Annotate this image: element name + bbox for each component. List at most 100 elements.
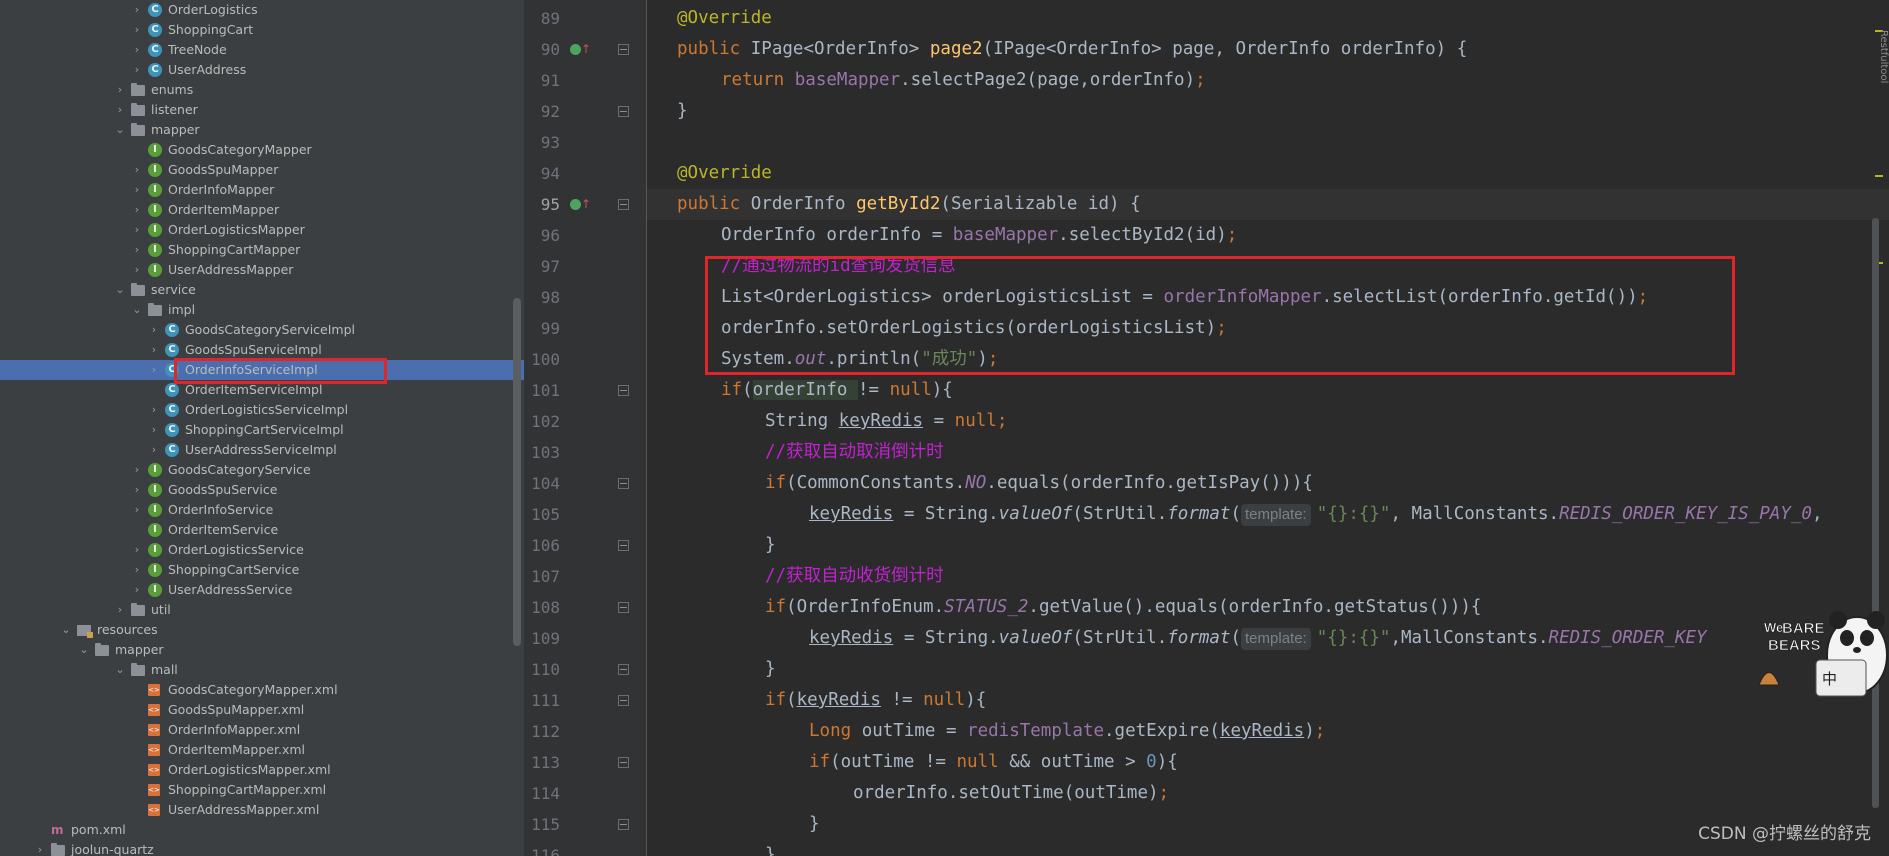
code-line[interactable]: keyRedis = String.valueOf(StrUtil.format… [809, 499, 1822, 530]
override-icon[interactable]: ↑ [570, 189, 594, 220]
code-line[interactable]: if(keyRedis != null){ [765, 685, 986, 716]
chevron-down-icon[interactable]: ⌄ [113, 120, 127, 140]
chevron-right-icon[interactable]: › [130, 460, 144, 480]
tree-item[interactable]: › enums [0, 80, 524, 100]
fold-icon[interactable] [618, 602, 629, 613]
chevron-down-icon[interactable]: ⌄ [130, 300, 144, 320]
code-line[interactable]: if(OrderInfoEnum.STATUS_2.getValue().equ… [765, 592, 1481, 623]
fold-icon[interactable] [618, 819, 629, 830]
tree-item[interactable]: › I OrderInfoService [0, 500, 524, 520]
tree-item[interactable]: › C UserAddressServiceImpl [0, 440, 524, 460]
tree-item[interactable]: <> OrderLogisticsMapper.xml [0, 760, 524, 780]
tree-item[interactable]: › listener [0, 100, 524, 120]
fold-icon[interactable] [618, 695, 629, 706]
fold-icon[interactable] [618, 199, 629, 210]
chevron-right-icon[interactable]: › [147, 320, 161, 340]
tree-item[interactable]: ⌄ resources [0, 620, 524, 640]
fold-icon[interactable] [618, 385, 629, 396]
tree-item[interactable]: <> OrderInfoMapper.xml [0, 720, 524, 740]
code-line[interactable]: keyRedis = String.valueOf(StrUtil.format… [809, 623, 1707, 654]
tree-item[interactable]: › I UserAddressService [0, 580, 524, 600]
code-line[interactable]: } [765, 840, 776, 856]
chevron-right-icon[interactable]: › [130, 0, 144, 20]
chevron-right-icon[interactable]: › [130, 260, 144, 280]
tree-item[interactable]: ⌄ mapper [0, 640, 524, 660]
tree-item[interactable]: › C ShoppingCartServiceImpl [0, 420, 524, 440]
chevron-right-icon[interactable]: › [130, 580, 144, 600]
chevron-right-icon[interactable]: › [113, 80, 127, 100]
code-line[interactable]: } [765, 530, 776, 561]
tree-item[interactable]: › C ShoppingCart [0, 20, 524, 40]
tree-item[interactable]: › I GoodsSpuService [0, 480, 524, 500]
tree-item[interactable]: › C OrderLogisticsServiceImpl [0, 400, 524, 420]
tree-item[interactable]: › I OrderLogisticsMapper [0, 220, 524, 240]
fold-icon[interactable] [618, 478, 629, 489]
tree-item[interactable]: <> UserAddressMapper.xml [0, 800, 524, 820]
tree-item[interactable]: › I OrderInfoMapper [0, 180, 524, 200]
chevron-down-icon[interactable]: ⌄ [59, 620, 73, 640]
chevron-right-icon[interactable]: › [147, 340, 161, 360]
tree-item[interactable]: › C OrderLogistics [0, 0, 524, 20]
tree-item[interactable]: › I ShoppingCartMapper [0, 240, 524, 260]
chevron-right-icon[interactable]: › [130, 60, 144, 80]
chevron-right-icon[interactable]: › [130, 500, 144, 520]
code-line[interactable]: //获取自动收货倒计时 [765, 561, 944, 592]
chevron-right-icon[interactable]: › [130, 180, 144, 200]
stripe-mark[interactable] [1875, 175, 1883, 177]
tree-item[interactable]: › C TreeNode [0, 40, 524, 60]
chevron-right-icon[interactable]: › [130, 200, 144, 220]
chevron-down-icon[interactable]: ⌄ [77, 640, 91, 660]
chevron-right-icon[interactable]: › [147, 420, 161, 440]
tree-item[interactable]: › I GoodsCategoryService [0, 460, 524, 480]
tree-item[interactable]: <> ShoppingCartMapper.xml [0, 780, 524, 800]
tree-item[interactable]: <> OrderItemMapper.xml [0, 740, 524, 760]
tree-item[interactable]: m pom.xml [0, 820, 524, 840]
code-line[interactable]: orderInfo.setOutTime(outTime); [853, 778, 1169, 809]
code-line[interactable]: if(outTime != null && outTime > 0){ [809, 747, 1178, 778]
restfultool-side-tab[interactable]: Restfultool [1876, 30, 1889, 110]
tree-item[interactable]: I OrderItemService [0, 520, 524, 540]
chevron-down-icon[interactable]: ⌄ [113, 660, 127, 680]
tree-item[interactable]: › C GoodsSpuServiceImpl [0, 340, 524, 360]
chevron-right-icon[interactable]: › [147, 440, 161, 460]
chevron-right-icon[interactable]: › [130, 40, 144, 60]
code-line[interactable]: @Override [677, 158, 772, 189]
fold-icon[interactable] [618, 44, 629, 55]
code-editor[interactable]: 89 90 ↑ 91 92 93 94 95 ↑ 96 97 98 99 100 101 102 103 104 1… [524, 0, 1889, 856]
chevron-right-icon[interactable]: › [130, 240, 144, 260]
chevron-right-icon[interactable]: › [113, 100, 127, 120]
code-line[interactable]: //获取自动取消倒计时 [765, 437, 944, 468]
fold-icon[interactable] [618, 757, 629, 768]
fold-icon[interactable] [618, 540, 629, 551]
tree-item[interactable]: ⌄ mapper [0, 120, 524, 140]
tree-item[interactable]: › util [0, 600, 524, 620]
code-line[interactable]: public IPage<OrderInfo> page2(IPage<Orde… [677, 34, 1467, 65]
code-line[interactable]: } [809, 809, 820, 840]
chevron-right-icon[interactable]: › [130, 160, 144, 180]
code-line[interactable]: if(CommonConstants.NO.equals(orderInfo.g… [765, 468, 1313, 499]
override-icon[interactable]: ↑ [570, 34, 594, 65]
chevron-right-icon[interactable]: › [147, 400, 161, 420]
tree-item[interactable]: ⌄ mall [0, 660, 524, 680]
tree-item[interactable]: › I GoodsSpuMapper [0, 160, 524, 180]
chevron-down-icon[interactable]: ⌄ [113, 280, 127, 300]
code-line[interactable]: public OrderInfo getById2(Serializable i… [677, 189, 1141, 220]
fold-icon[interactable] [618, 106, 629, 117]
tree-item[interactable]: <> GoodsCategoryMapper.xml [0, 680, 524, 700]
chevron-right-icon[interactable]: › [33, 840, 47, 856]
chevron-right-icon[interactable]: › [130, 560, 144, 580]
fold-icon[interactable] [618, 664, 629, 675]
tree-item[interactable]: › C GoodsCategoryServiceImpl [0, 320, 524, 340]
code-line[interactable]: } [677, 96, 688, 127]
tree-item[interactable]: › I ShoppingCartService [0, 560, 524, 580]
code-line[interactable]: } [765, 654, 776, 685]
tree-item[interactable]: › C UserAddress [0, 60, 524, 80]
tree-scrollbar[interactable] [513, 298, 521, 646]
chevron-right-icon[interactable]: › [130, 20, 144, 40]
tree-item[interactable]: › I OrderLogisticsService [0, 540, 524, 560]
chevron-right-icon[interactable]: › [130, 220, 144, 240]
chevron-right-icon[interactable]: › [130, 540, 144, 560]
tree-item[interactable]: ⌄ service [0, 280, 524, 300]
chevron-right-icon[interactable]: › [113, 600, 127, 620]
tree-item[interactable]: › I OrderItemMapper [0, 200, 524, 220]
